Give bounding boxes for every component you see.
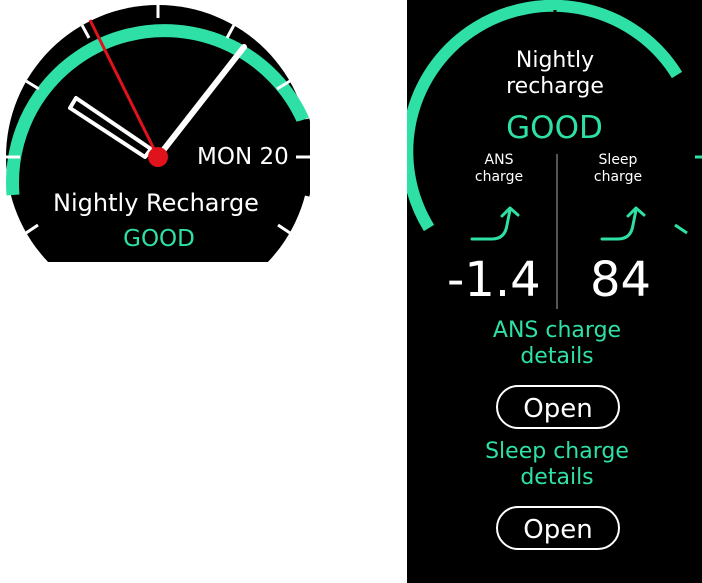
center-pin [148, 147, 168, 167]
sleep-details-open-button[interactable]: Open [496, 506, 620, 550]
ans-trend-up-icon [470, 206, 520, 241]
nightly-recharge-status: GOOD [506, 110, 603, 146]
sleep-trend-up-icon [600, 206, 646, 241]
ans-charge-details-label: ANS charge details [492, 318, 622, 369]
nightly-recharge-detail-screen[interactable]: Nightly recharge GOOD ANS charge Sleep c… [407, 0, 702, 583]
ans-charge-value: -1.4 [447, 252, 541, 308]
sleep-charge-details-label: Sleep charge details [485, 439, 629, 490]
metric-divider [556, 154, 558, 309]
sleep-charge-label: Sleep charge [593, 152, 643, 185]
ans-charge-label: ANS charge [474, 152, 524, 185]
nightly-recharge-status: GOOD [123, 226, 195, 252]
sleep-charge-value: 84 [590, 252, 652, 308]
ans-details-open-button[interactable]: Open [496, 385, 620, 429]
watch-face-analog: MON 20 Nightly Recharge GOOD [0, 0, 310, 270]
date-label: MON 20 [197, 144, 289, 170]
nightly-recharge-title: Nightly Recharge [53, 189, 259, 217]
dial-ticks [674, 155, 702, 235]
nightly-recharge-title: Nightly recharge [506, 48, 604, 99]
